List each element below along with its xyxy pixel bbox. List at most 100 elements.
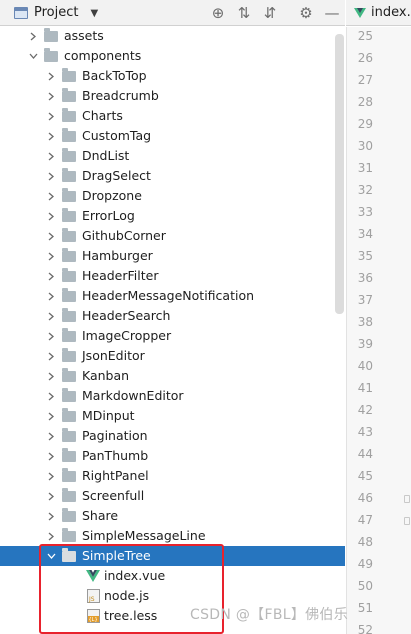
expand-all-icon[interactable]: ⇅ (231, 0, 257, 26)
editor-tab-index-vue[interactable]: index.v (346, 0, 411, 26)
tree-folder-row[interactable]: Charts (0, 106, 345, 126)
tree-scrollbar[interactable] (335, 34, 344, 314)
folder-icon (62, 507, 76, 522)
folder-icon (62, 487, 76, 502)
chevron-right-icon[interactable] (44, 406, 58, 426)
settings-icon[interactable]: ⚙ (293, 0, 319, 26)
line-number: 36 (357, 271, 373, 285)
folder-icon (62, 267, 76, 282)
chevron-right-icon[interactable] (44, 466, 58, 486)
tree-folder-row[interactable]: assets (0, 26, 345, 46)
chevron-right-icon[interactable] (44, 186, 58, 206)
tree-folder-row[interactable]: components (0, 46, 345, 66)
line-number: 46 (357, 491, 373, 505)
tree-folder-row[interactable]: MDinput (0, 406, 345, 426)
chevron-right-icon[interactable] (44, 286, 58, 306)
tree-item-label: BackToTop (82, 68, 147, 83)
editor-tab-label: index.v (371, 5, 411, 20)
line-number: 37 (357, 293, 373, 307)
tree-folder-row[interactable]: JsonEditor (0, 346, 345, 366)
chevron-right-icon[interactable] (44, 446, 58, 466)
fold-marker-icon[interactable] (404, 495, 410, 503)
folder-icon (62, 447, 76, 462)
chevron-right-icon[interactable] (44, 366, 58, 386)
chevron-right-icon[interactable] (44, 226, 58, 246)
project-view-title[interactable]: Project (34, 5, 78, 20)
folder-icon (62, 147, 76, 162)
tree-folder-row[interactable]: SimpleTree (0, 546, 345, 566)
tree-folder-row[interactable]: HeaderMessageNotification (0, 286, 345, 306)
chevron-right-icon[interactable] (44, 166, 58, 186)
tree-folder-row[interactable]: Hamburger (0, 246, 345, 266)
tree-item-label: HeaderSearch (82, 308, 171, 323)
tree-item-label: MDinput (82, 408, 135, 423)
chevron-right-icon[interactable] (44, 146, 58, 166)
tree-folder-row[interactable]: ImageCropper (0, 326, 345, 346)
chevron-right-icon[interactable] (44, 386, 58, 406)
tree-item-label: GithubCorner (82, 228, 166, 243)
hide-icon[interactable]: — (319, 0, 345, 26)
tree-item-label: assets (64, 28, 104, 43)
locate-icon[interactable]: ⊕ (205, 0, 231, 26)
chevron-right-icon[interactable] (26, 26, 40, 46)
tree-folder-row[interactable]: DragSelect (0, 166, 345, 186)
line-number: 51 (357, 601, 373, 615)
tree-folder-row[interactable]: DndList (0, 146, 345, 166)
vue-file-icon (354, 7, 366, 18)
tree-item-label: DndList (82, 148, 130, 163)
tree-folder-row[interactable]: Pagination (0, 426, 345, 446)
tree-file-row[interactable]: index.vue (0, 566, 345, 586)
folder-icon (62, 407, 76, 422)
tree-item-label: Breadcrumb (82, 88, 159, 103)
folder-icon (62, 527, 76, 542)
tree-folder-row[interactable]: HeaderSearch (0, 306, 345, 326)
folder-icon (62, 367, 76, 382)
chevron-down-icon[interactable] (26, 46, 40, 66)
chevron-right-icon[interactable] (44, 506, 58, 526)
chevron-right-icon[interactable] (44, 66, 58, 86)
tree-item-label: ErrorLog (82, 208, 135, 223)
collapse-all-icon[interactable]: ⇵ (257, 0, 283, 26)
tree-folder-row[interactable]: GithubCorner (0, 226, 345, 246)
chevron-right-icon[interactable] (44, 326, 58, 346)
tree-folder-row[interactable]: BackToTop (0, 66, 345, 86)
chevron-right-icon[interactable] (44, 486, 58, 506)
chevron-down-icon[interactable]: ▼ (90, 8, 98, 19)
folder-icon (62, 287, 76, 302)
chevron-right-icon[interactable] (44, 306, 58, 326)
chevron-down-icon[interactable] (44, 546, 58, 566)
fold-marker-icon[interactable] (404, 517, 410, 525)
tree-item-label: Screenfull (82, 488, 145, 503)
tree-folder-row[interactable]: ErrorLog (0, 206, 345, 226)
line-number: 31 (357, 161, 373, 175)
tree-folder-row[interactable]: RightPanel (0, 466, 345, 486)
tree-item-label: JsonEditor (82, 348, 145, 363)
tree-folder-row[interactable]: HeaderFilter (0, 266, 345, 286)
tree-folder-row[interactable]: Dropzone (0, 186, 345, 206)
tree-item-label: tree.less (104, 608, 158, 623)
folder-icon (62, 247, 76, 262)
tree-item-label: Share (82, 508, 119, 523)
folder-icon (62, 87, 76, 102)
tree-folder-row[interactable]: Screenfull (0, 486, 345, 506)
chevron-right-icon[interactable] (44, 206, 58, 226)
chevron-right-icon[interactable] (44, 346, 58, 366)
tree-folder-row[interactable]: MarkdownEditor (0, 386, 345, 406)
tree-folder-row[interactable]: Kanban (0, 366, 345, 386)
tree-item-label: HeaderMessageNotification (82, 288, 255, 303)
chevron-right-icon[interactable] (44, 526, 58, 546)
tree-file-row[interactable]: JS node.js (0, 586, 345, 606)
tree-folder-row[interactable]: PanThumb (0, 446, 345, 466)
tree-folder-row[interactable]: SimpleMessageLine (0, 526, 345, 546)
tree-folder-row[interactable]: CustomTag (0, 126, 345, 146)
line-number: 50 (357, 579, 373, 593)
tree-folder-row[interactable]: Breadcrumb (0, 86, 345, 106)
tree-item-label: index.vue (104, 568, 166, 583)
chevron-right-icon[interactable] (44, 126, 58, 146)
chevron-right-icon[interactable] (44, 246, 58, 266)
tree-folder-row[interactable]: Share (0, 506, 345, 526)
chevron-right-icon[interactable] (44, 426, 58, 446)
chevron-right-icon[interactable] (44, 266, 58, 286)
chevron-right-icon[interactable] (44, 86, 58, 106)
chevron-right-icon[interactable] (44, 106, 58, 126)
